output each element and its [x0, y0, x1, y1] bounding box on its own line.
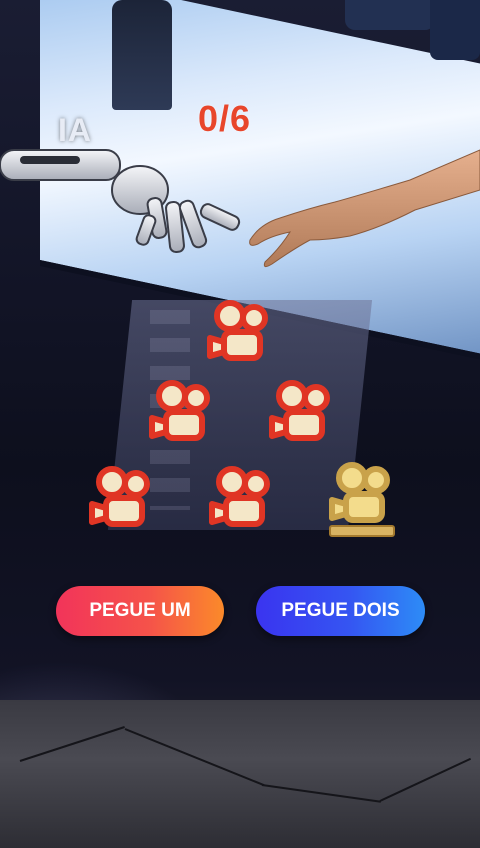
- red-camera-token-3[interactable]: [266, 376, 338, 456]
- floor: [0, 700, 480, 848]
- robot-hand-image: [0, 149, 241, 254]
- camera-icon: [269, 380, 330, 441]
- score-counter: 0/6: [198, 98, 252, 139]
- background-figure: [345, 0, 435, 30]
- background-figure: [112, 0, 172, 110]
- red-camera-token-1[interactable]: [204, 296, 276, 376]
- take-one-button[interactable]: PEGUE UM: [56, 586, 224, 636]
- human-hand-image: [249, 149, 480, 268]
- red-camera-token-2[interactable]: [146, 376, 218, 456]
- red-camera-token-5[interactable]: [206, 462, 278, 542]
- player-label: IA: [58, 112, 92, 148]
- game-scene: IA 0/6 PEGUE UM PEGUE DOIS: [0, 0, 480, 848]
- camera-icon: [329, 462, 395, 537]
- gold-camera-trophy[interactable]: [326, 458, 398, 538]
- red-camera-token-4[interactable]: [86, 462, 158, 542]
- camera-icon: [209, 466, 270, 527]
- camera-icon: [89, 466, 150, 527]
- camera-icon: [149, 380, 210, 441]
- take-two-button[interactable]: PEGUE DOIS: [256, 586, 425, 636]
- camera-icon: [207, 300, 268, 361]
- background-figure: [430, 0, 480, 60]
